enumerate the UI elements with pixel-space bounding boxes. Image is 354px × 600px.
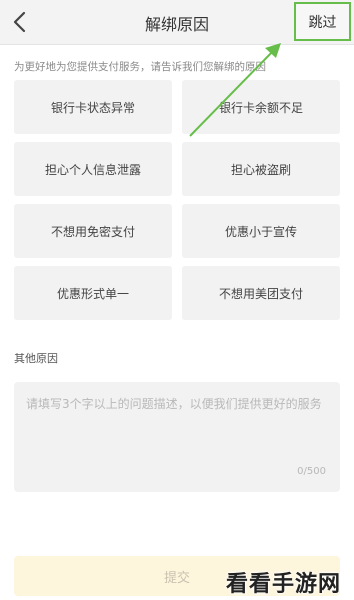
- annotation-arrow-icon: [189, 43, 281, 137]
- watermark-logo: 看看手游网: [226, 572, 342, 597]
- other-reason-label: 其他原因: [14, 352, 58, 365]
- other-reason-placeholder: 请填写3个字以上的问题描述，以便我们提供更好的服务: [26, 397, 322, 411]
- char-counter: 0/500: [297, 466, 326, 477]
- other-reason-field[interactable]: 请填写3个字以上的问题描述，以便我们提供更好的服务 0/500: [14, 382, 340, 492]
